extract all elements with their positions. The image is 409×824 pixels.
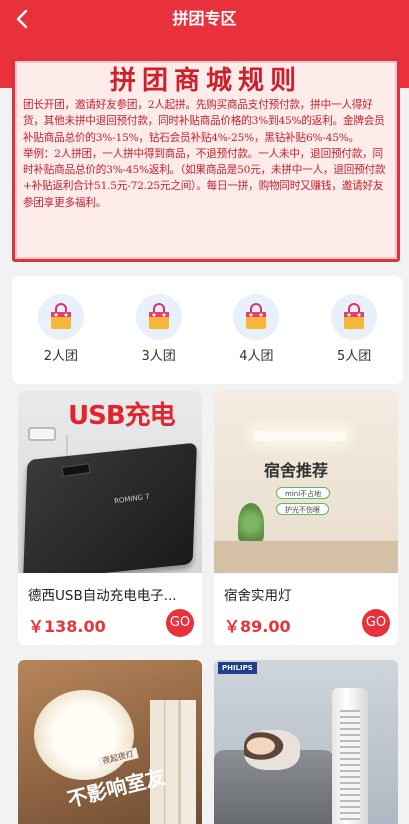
product-card[interactable]: USB充电 ROMING 7 德西USB自动充电电子... ￥138.00 GO xyxy=(18,391,202,645)
group-buy-rules-banner: 拼团商城规则 团长开团，邀请好友参团，2人起拼。先购买商品支付预付款，拼中一人得… xyxy=(12,58,400,262)
shopping-bag-icon xyxy=(331,294,378,340)
rules-paragraph: 举例：2人拼团，一人拼中得到商品，不退预付款。一人未中，退回预付款，同时补贴商品… xyxy=(23,147,386,209)
product-image-pill: 护光不伤眼 xyxy=(276,503,329,515)
team-option-2[interactable]: 2人团 xyxy=(12,276,110,384)
rules-paragraph: 团长开团，邀请好友参团，2人起拼。先购买商品支付预付款，拼中一人得好货，其他未拼… xyxy=(23,99,385,144)
desk-shape xyxy=(214,541,398,573)
shopping-bag-icon xyxy=(233,294,280,340)
product-image-pill: mini不占地 xyxy=(276,487,331,499)
rules-text: 团长开团，邀请好友参团，2人起拼。先购买商品支付预付款，拼中一人得好货，其他未拼… xyxy=(23,97,389,211)
go-button[interactable]: GO xyxy=(362,609,390,637)
product-card[interactable]: PHILIPS xyxy=(214,660,398,824)
product-image-text: USB充电 xyxy=(68,401,176,431)
page-title: 拼团专区 xyxy=(172,9,237,28)
night-light-shape xyxy=(34,690,134,780)
person-shape xyxy=(244,730,300,770)
team-option-5[interactable]: 5人团 xyxy=(305,276,403,384)
product-card[interactable]: 夜起夜灯 不影响室友 xyxy=(18,660,202,824)
plant-shape xyxy=(238,503,264,543)
product-card[interactable]: 宿舍推荐 mini不占地 护光不伤眼 宿舍实用灯 ￥89.00 GO xyxy=(214,391,398,645)
product-image: PHILIPS xyxy=(214,660,398,824)
product-image: 夜起夜灯 不影响室友 xyxy=(18,660,202,824)
brand-logo: PHILIPS xyxy=(218,662,257,674)
team-size-selector: 2人团 3人团 4人团 5人团 xyxy=(12,276,403,384)
team-option-label: 2人团 xyxy=(43,349,79,364)
fan-grill-shape xyxy=(340,710,360,820)
team-option-4[interactable]: 4人团 xyxy=(208,276,306,384)
shopping-bag-icon xyxy=(37,294,84,340)
team-option-label: 5人团 xyxy=(336,349,372,364)
product-image-text: 宿舍推荐 xyxy=(264,461,329,480)
product-price: ￥138.00 xyxy=(28,617,106,636)
team-option-3[interactable]: 3人团 xyxy=(110,276,208,384)
rules-title: 拼团商城规则 xyxy=(109,66,302,96)
product-image: 宿舍推荐 mini不占地 护光不伤眼 xyxy=(214,391,398,573)
product-name: 宿舍实用灯 xyxy=(224,588,292,604)
lamp-shape xyxy=(254,431,346,441)
go-button[interactable]: GO xyxy=(166,609,194,637)
scale-shape xyxy=(23,442,197,573)
product-price: ￥89.00 xyxy=(224,617,291,636)
shopping-bag-icon xyxy=(135,294,182,340)
team-option-label: 4人团 xyxy=(239,349,274,364)
team-option-label: 3人团 xyxy=(141,349,176,364)
product-image: USB充电 ROMING 7 xyxy=(18,391,202,573)
product-name: 德西USB自动充电电子... xyxy=(28,588,177,604)
